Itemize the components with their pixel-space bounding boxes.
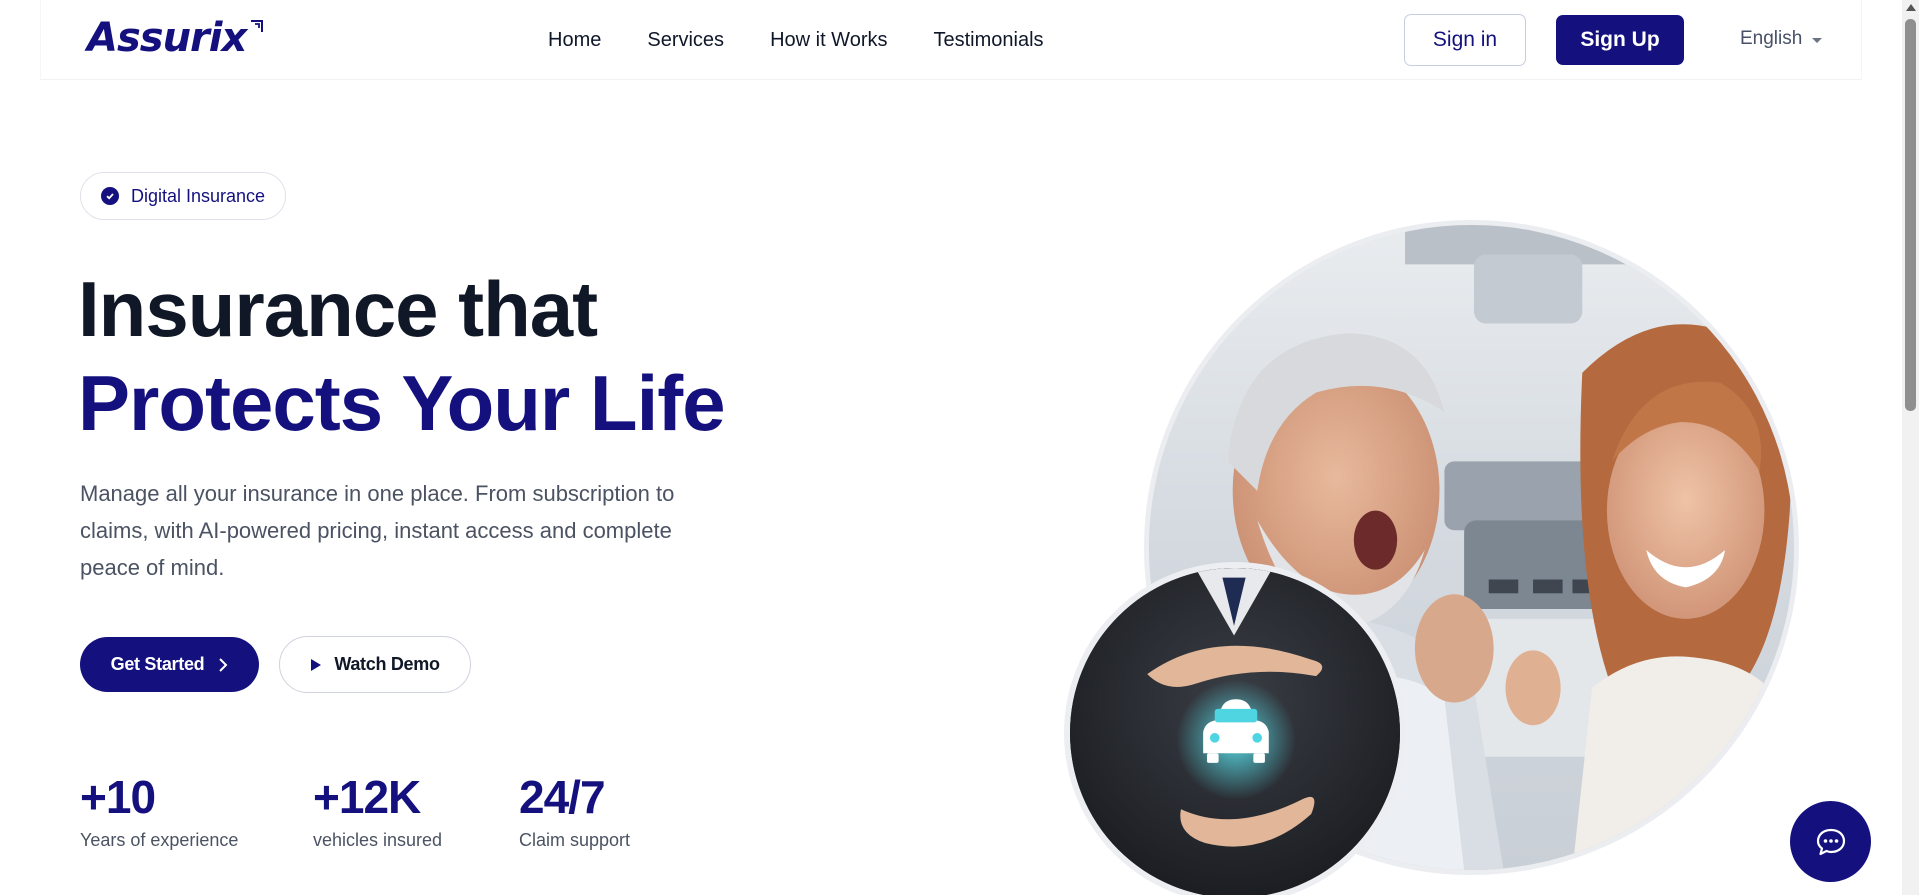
logo-arrow-icon xyxy=(251,20,264,32)
stat-value: +10 xyxy=(80,771,156,823)
badge-label: Digital Insurance xyxy=(131,185,266,206)
stat-experience: +10 Years of experience xyxy=(80,770,313,851)
logo-text: Assurix xyxy=(87,15,247,61)
hero-description: Manage all your insurance in one place. … xyxy=(80,481,675,580)
chevron-right-icon xyxy=(219,657,228,672)
site-header: Assurix Home Services How it Works Testi… xyxy=(40,0,1862,80)
nav-home[interactable]: Home xyxy=(548,27,601,53)
headline-line-2: Protects Your Life xyxy=(78,359,726,447)
language-label: English xyxy=(1740,28,1803,49)
chat-icon xyxy=(1816,828,1845,855)
get-started-button[interactable]: Get Started xyxy=(80,637,259,692)
main-nav: Home Services How it Works Testimonials xyxy=(548,27,1090,53)
hero-photo-car-protection xyxy=(1064,562,1406,895)
scrollbar-thumb[interactable] xyxy=(1905,19,1916,411)
sign-in-button[interactable]: Sign in xyxy=(1404,14,1526,66)
logo[interactable]: Assurix xyxy=(87,16,264,60)
get-started-label: Get Started xyxy=(110,654,205,674)
chat-support-button[interactable] xyxy=(1790,801,1871,882)
stat-value: 24/7 xyxy=(519,771,606,823)
stat-label: Claim support xyxy=(519,830,631,850)
stat-value: +12K xyxy=(313,771,421,823)
stat-support: 24/7 Claim support xyxy=(519,770,669,851)
category-badge: Digital Insurance xyxy=(80,172,287,220)
stats-row: +10 Years of experience +12K vehicles in… xyxy=(80,770,669,851)
nav-services[interactable]: Services xyxy=(647,27,724,53)
stat-label: vehicles insured xyxy=(313,830,443,850)
check-circle-icon xyxy=(101,187,119,205)
stat-vehicles: +12K vehicles insured xyxy=(313,770,519,851)
play-icon xyxy=(311,658,322,671)
page-scrollbar[interactable] xyxy=(1902,0,1919,895)
sign-up-button[interactable]: Sign Up xyxy=(1556,15,1684,65)
headline-line-1: Insurance that xyxy=(78,265,598,353)
watch-demo-label: Watch Demo xyxy=(334,654,440,674)
watch-demo-button[interactable]: Watch Demo xyxy=(279,636,471,693)
scroll-up-icon[interactable] xyxy=(1906,4,1916,11)
nav-testimonials[interactable]: Testimonials xyxy=(933,27,1043,53)
hero-headline: Insurance that Protects Your Life xyxy=(78,262,726,450)
nav-how-it-works[interactable]: How it Works xyxy=(770,27,887,53)
stat-label: Years of experience xyxy=(80,830,239,850)
language-selector[interactable]: English xyxy=(1740,28,1823,50)
caret-down-icon xyxy=(1812,37,1823,43)
